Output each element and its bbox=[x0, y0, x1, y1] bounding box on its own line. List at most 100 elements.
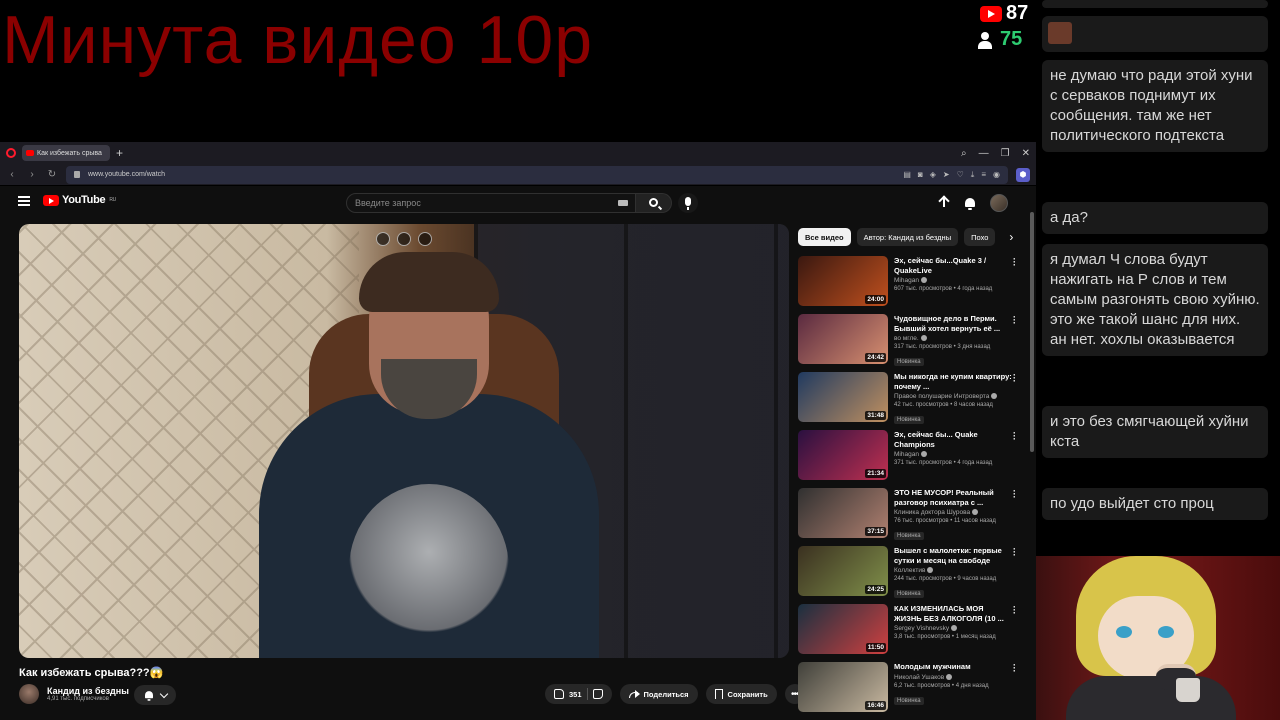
shield-icon[interactable]: ◈ bbox=[930, 170, 936, 180]
reload-icon[interactable]: ↻ bbox=[46, 169, 58, 180]
video-thumbnail[interactable]: 21:34 bbox=[798, 430, 888, 480]
recommendation-title[interactable]: Эх, сейчас бы...Quake 3 / QuakeLive bbox=[894, 256, 1012, 275]
channel-avatar[interactable] bbox=[19, 684, 39, 704]
recommendation-title[interactable]: Чудовищное дело в Перми. Бывший хотел ве… bbox=[894, 314, 1012, 333]
recommendation-title[interactable]: КАК ИЗМЕНИЛАСЬ МОЯ ЖИЗНЬ БЕЗ АЛКОГОЛЯ (1… bbox=[894, 604, 1012, 623]
avatar-eye-left bbox=[1116, 626, 1132, 638]
recommendation-item[interactable]: 24:25 Вышел с малолетки: первые сутки и м… bbox=[798, 545, 1020, 604]
recommendation-channel[interactable]: Правое полушарие Интроверта bbox=[894, 393, 1012, 400]
recommendation-channel[interactable]: во мгле. bbox=[894, 335, 1012, 342]
kebab-menu-icon[interactable]: · · · bbox=[1013, 545, 1016, 560]
chat-message: я думал Ч слова будут нажигать на Р слов… bbox=[1042, 244, 1268, 356]
new-badge: Новинка bbox=[894, 358, 924, 366]
chip-similar[interactable]: Похо bbox=[964, 228, 996, 246]
channel-name[interactable]: Кандид из бездны bbox=[47, 686, 129, 696]
new-tab-icon[interactable]: + bbox=[116, 146, 123, 160]
keyboard-icon[interactable] bbox=[618, 200, 628, 206]
subscription-bell-button[interactable] bbox=[134, 685, 176, 705]
youtube-logo[interactable]: YouTube RU bbox=[43, 194, 116, 206]
recommendation-title[interactable]: ЭТО НЕ МУСОР! Реальный разговор психиатр… bbox=[894, 488, 1012, 507]
url-field[interactable]: www.youtube.com/watch ▤ ◙ ◈ ➤ ♡ ⤓ ≡ ◉ bbox=[66, 165, 1008, 184]
chip-all-videos[interactable]: Все видео bbox=[798, 228, 851, 246]
save-button[interactable]: Сохранить bbox=[705, 684, 777, 704]
voice-search-button[interactable] bbox=[678, 193, 698, 213]
maximize-icon[interactable]: ❐ bbox=[1001, 148, 1010, 159]
recommendation-title[interactable]: Вышел с малолетки: первые сутки и месяц … bbox=[894, 546, 1012, 565]
menu-lines-icon[interactable]: ≡ bbox=[981, 170, 986, 180]
camera-icon[interactable]: ◙ bbox=[918, 170, 923, 180]
kebab-menu-icon[interactable]: · · · bbox=[1013, 371, 1016, 386]
video-thumbnail[interactable]: 37:15 bbox=[798, 488, 888, 538]
share-button[interactable]: Поделиться bbox=[619, 684, 698, 704]
tab-youtube[interactable]: Как избежать срыва bbox=[22, 145, 110, 161]
recommendation-channel[interactable]: Николай Ушаков bbox=[894, 673, 1012, 681]
hamburger-menu-icon[interactable] bbox=[18, 196, 30, 206]
video-capture-icon[interactable] bbox=[418, 232, 432, 246]
dislike-icon[interactable] bbox=[592, 689, 603, 699]
kebab-menu-icon[interactable]: · · · bbox=[1013, 487, 1016, 502]
heart-icon[interactable]: ♡ bbox=[957, 170, 964, 180]
video-duration: 24:25 bbox=[865, 585, 886, 594]
send-icon[interactable]: ➤ bbox=[943, 170, 950, 180]
extension-icon[interactable]: ⬢ bbox=[1016, 167, 1030, 182]
chip-author[interactable]: Автор: Кандид из бездны bbox=[856, 228, 959, 246]
recommendation-item[interactable]: 21:34 Эх, сейчас бы... Quake Champions Mih… bbox=[798, 429, 1020, 488]
video-thumbnail[interactable]: 31:48 bbox=[798, 372, 888, 422]
upload-icon[interactable] bbox=[938, 196, 950, 210]
recommendation-title[interactable]: Эх, сейчас бы... Quake Champions bbox=[894, 430, 1012, 449]
account-avatar[interactable] bbox=[990, 194, 1008, 212]
back-icon[interactable]: ‹ bbox=[6, 169, 18, 180]
recommendation-channel-name: Mihagan bbox=[894, 451, 919, 458]
search-button[interactable] bbox=[636, 193, 672, 213]
recommendation-channel[interactable]: Mihagan bbox=[894, 451, 1012, 458]
extension-overlay-icon[interactable] bbox=[397, 232, 411, 246]
video-thumbnail[interactable]: 24:42 bbox=[798, 314, 888, 364]
video-thumbnail[interactable]: 16:46 bbox=[798, 662, 888, 712]
like-icon[interactable] bbox=[554, 689, 564, 699]
search-tabs-icon[interactable]: ⌕ bbox=[961, 148, 967, 159]
recommendation-channel[interactable]: Коллектив bbox=[894, 567, 1012, 574]
recommendation-item[interactable]: 16:46 Молодым мужчинам Николай Ушаков 6,2 т… bbox=[798, 661, 1020, 720]
close-icon[interactable]: ✕ bbox=[1022, 148, 1030, 159]
filter-chips: Все видео Автор: Кандид из бездны Похо › bbox=[798, 228, 1013, 246]
save-label: Сохранить bbox=[727, 689, 768, 699]
video-player[interactable] bbox=[19, 224, 789, 658]
chevron-right-icon[interactable]: › bbox=[1009, 230, 1013, 244]
kebab-menu-icon[interactable]: · · · bbox=[1013, 603, 1016, 618]
recommendation-item[interactable]: 31:48 Мы никогда не купим квартиру: почем… bbox=[798, 371, 1020, 430]
recommendation-title[interactable]: Молодым мужчинам bbox=[894, 662, 1012, 672]
kebab-menu-icon[interactable]: · · · bbox=[1013, 255, 1016, 270]
video-thumbnail[interactable]: 11:50 bbox=[798, 604, 888, 654]
kebab-menu-icon[interactable]: · · · bbox=[1013, 313, 1016, 328]
search-input[interactable] bbox=[346, 193, 636, 213]
miniplayer-icon[interactable] bbox=[376, 232, 390, 246]
user-icon[interactable]: ◉ bbox=[993, 170, 1000, 180]
kebab-menu-icon[interactable]: · · · bbox=[1013, 661, 1016, 676]
mic-icon bbox=[685, 197, 691, 210]
recommendation-title[interactable]: Мы никогда не купим квартиру: почему ... bbox=[894, 372, 1012, 391]
video-thumbnail[interactable]: 24:25 bbox=[798, 546, 888, 596]
search-bar bbox=[346, 193, 672, 213]
opera-logo-icon[interactable] bbox=[6, 148, 16, 158]
youtube-region: RU bbox=[109, 197, 116, 203]
page-scrollbar[interactable] bbox=[1030, 212, 1034, 452]
notifications-bell-icon[interactable] bbox=[964, 197, 976, 210]
kebab-menu-icon[interactable]: · · · bbox=[1013, 429, 1016, 444]
divider bbox=[586, 688, 588, 700]
recommendation-info: Эх, сейчас бы...Quake 3 / QuakeLive Mihag… bbox=[894, 256, 1012, 314]
recommendation-item[interactable]: 37:15 ЭТО НЕ МУСОР! Реальный разговор пси… bbox=[798, 487, 1020, 546]
recommendation-channel[interactable]: Клиника доктора Шурова bbox=[894, 509, 1012, 516]
minimize-icon[interactable]: — bbox=[979, 148, 989, 159]
chat-message: не думаю что ради этой хуни с серваков п… bbox=[1042, 60, 1268, 152]
recommendation-item[interactable]: 24:42 Чудовищное дело в Перми. Бывший хот… bbox=[798, 313, 1020, 372]
like-count[interactable]: 351 bbox=[569, 690, 582, 699]
recommendation-item[interactable]: 11:50 КАК ИЗМЕНИЛАСЬ МОЯ ЖИЗНЬ БЕЗ АЛКОГО… bbox=[798, 603, 1020, 662]
recommendation-channel[interactable]: Mihagan bbox=[894, 277, 1012, 284]
recommendation-item[interactable]: 24:00 Эх, сейчас бы...Quake 3 / QuakeLive… bbox=[798, 255, 1020, 314]
recommendation-channel[interactable]: Sergey Vishnevsky bbox=[894, 625, 1012, 632]
page-icon[interactable]: ▤ bbox=[903, 170, 911, 180]
forward-icon[interactable]: › bbox=[26, 169, 38, 180]
video-thumbnail[interactable]: 24:00 bbox=[798, 256, 888, 306]
download-icon[interactable]: ⤓ bbox=[971, 170, 975, 180]
share-label: Поделиться bbox=[643, 689, 689, 699]
